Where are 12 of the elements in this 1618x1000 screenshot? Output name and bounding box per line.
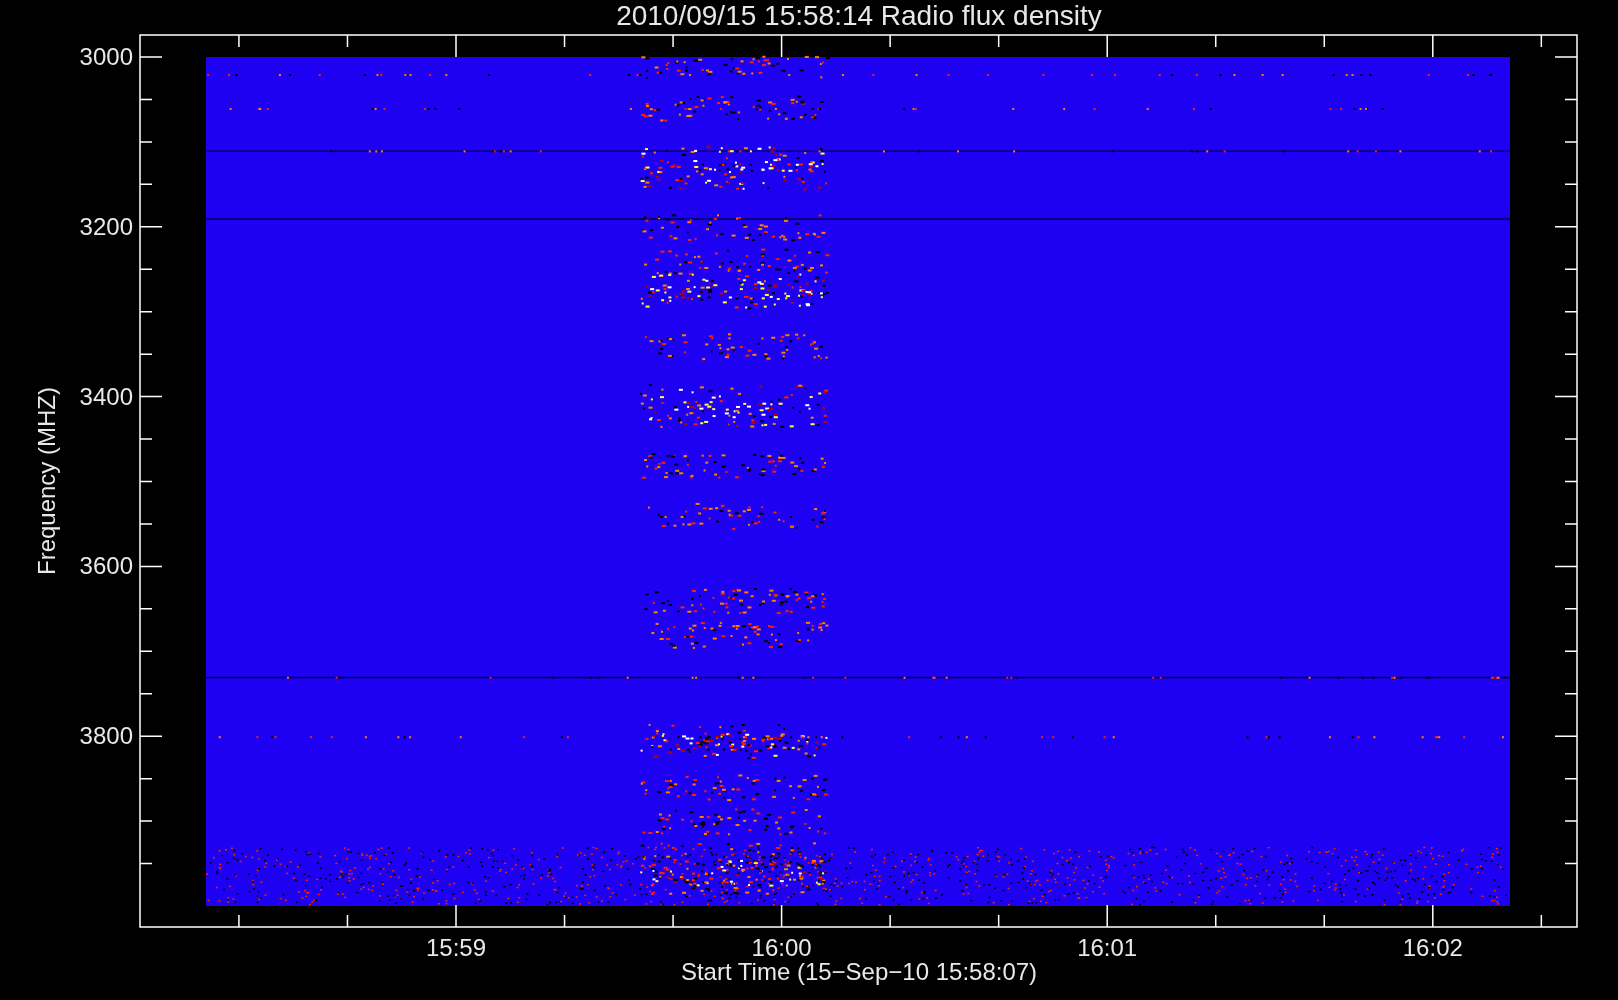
y-tick-label: 3200 <box>79 212 133 240</box>
y-axis-label: Frequency (MHZ) <box>33 387 60 575</box>
x-tick-label: 15:59 <box>425 934 487 961</box>
y-tick-label: 3800 <box>79 722 133 750</box>
x-tick-label: 16:02 <box>1402 934 1463 961</box>
plot-title: 2010/09/15 15:58:14 Radio flux density <box>616 0 1102 31</box>
y-tick-label: 3600 <box>79 552 133 580</box>
x-tick-label: 16:01 <box>1077 934 1138 961</box>
x-axis-label: Start Time (15−Sep−10 15:58:07) <box>680 958 1038 985</box>
y-tick-label: 3400 <box>79 382 133 410</box>
x-tick-label: 16:00 <box>751 934 812 961</box>
y-tick-label: 3000 <box>79 43 133 70</box>
